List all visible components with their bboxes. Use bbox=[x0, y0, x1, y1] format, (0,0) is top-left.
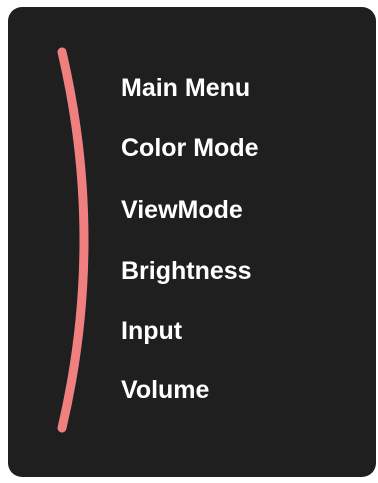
menu-item-volume[interactable]: Volume bbox=[121, 375, 209, 405]
osd-menu-panel: Main Menu Color Mode ViewMode Brightness… bbox=[8, 7, 376, 477]
selector-arc bbox=[57, 47, 89, 433]
menu-item-main-menu[interactable]: Main Menu bbox=[121, 73, 250, 103]
menu-item-view-mode[interactable]: ViewMode bbox=[121, 195, 243, 225]
menu-item-color-mode[interactable]: Color Mode bbox=[121, 133, 259, 163]
menu-item-input[interactable]: Input bbox=[121, 316, 182, 346]
menu-item-brightness[interactable]: Brightness bbox=[121, 256, 252, 286]
selector-arc-stroke bbox=[57, 47, 89, 433]
